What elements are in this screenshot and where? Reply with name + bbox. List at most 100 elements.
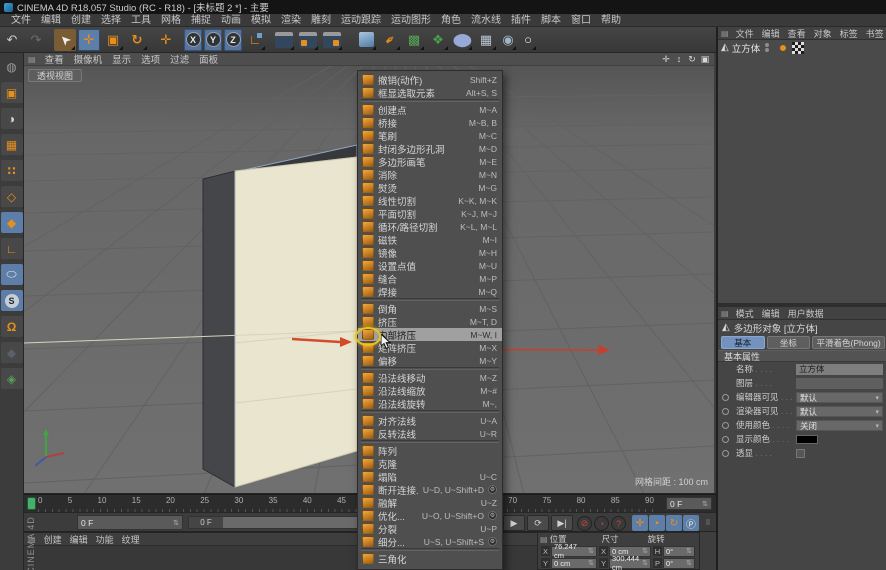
object-name[interactable]: 立方体 xyxy=(732,41,761,55)
tag-icon[interactable] xyxy=(780,45,786,51)
context-menu-item[interactable]: 断开连接... U~D, U~Shift+D ⚙ xyxy=(358,483,502,496)
rotation-h-field[interactable]: 0°⇅ xyxy=(663,546,695,557)
menu-item[interactable]: 渲染 xyxy=(276,14,306,27)
display-color-swatch[interactable] xyxy=(796,435,818,444)
keyframe-circle-icon[interactable] xyxy=(722,408,729,415)
context-menu-item[interactable]: 反转法线 U~R ⚙ xyxy=(358,427,502,440)
material-menu-item[interactable]: 编辑 xyxy=(66,533,92,546)
context-menu-item[interactable]: 细分... U~S, U~Shift+S ⚙ xyxy=(358,535,502,548)
record-position-button[interactable]: ✛ xyxy=(632,515,648,531)
make-editable-button[interactable]: ◍ xyxy=(1,56,23,77)
tab-coordinates[interactable]: 坐标 xyxy=(767,336,811,349)
spinner-icon[interactable]: ⇅ xyxy=(702,500,708,508)
keyframe-circle-icon[interactable] xyxy=(722,422,729,429)
context-menu-item[interactable]: 缝合 M~P ⚙ xyxy=(358,272,502,285)
keyframe-circle-icon[interactable] xyxy=(722,450,729,457)
render-settings-button[interactable] xyxy=(297,29,319,51)
last-tool-button[interactable]: ✛ xyxy=(155,29,177,51)
basic-properties-section[interactable]: 基本属性 xyxy=(718,350,886,362)
menu-item[interactable]: 动画 xyxy=(216,14,246,27)
tab-phong[interactable]: 平滑着色(Phong) xyxy=(812,336,885,349)
menu-item[interactable]: 运动图形 xyxy=(386,14,436,27)
context-menu-item[interactable]: 设置点值 M~U ⚙ xyxy=(358,259,502,272)
object-row[interactable]: ◭ 立方体 xyxy=(718,40,886,55)
context-menu-item[interactable]: 分裂 U~P ⚙ xyxy=(358,522,502,535)
workplane-mode-button[interactable]: ▦ xyxy=(1,134,23,155)
record-pla-button[interactable]: ⠿ xyxy=(700,515,716,531)
viewport-solo-button[interactable]: ⬭ xyxy=(1,264,23,285)
menu-item[interactable]: 脚本 xyxy=(536,14,566,27)
menu-item[interactable]: 创建 xyxy=(66,14,96,27)
rotate-button[interactable]: ↻ xyxy=(126,29,148,51)
context-menu-item[interactable]: 融解 U~Z ⚙ xyxy=(358,496,502,509)
selection-tag-icon[interactable] xyxy=(792,42,804,54)
context-menu-item[interactable]: 磁铁 M~I ⚙ xyxy=(358,233,502,246)
name-field[interactable]: 立方体 xyxy=(796,364,883,375)
context-menu-item[interactable]: 优化... U~O, U~Shift+O ⚙ xyxy=(358,509,502,522)
panel-menu-icon[interactable]: ▤ xyxy=(721,29,729,38)
attribute-menu-item[interactable]: 编辑 xyxy=(758,307,784,320)
context-menu-item[interactable]: 阵列 ⚙ xyxy=(358,444,502,457)
menu-item[interactable]: 文件 xyxy=(6,14,36,27)
menu-item[interactable]: 雕刻 xyxy=(306,14,336,27)
cube-front-face[interactable] xyxy=(235,157,357,487)
loop-button[interactable]: ⟳ xyxy=(527,515,549,531)
camera-button[interactable]: ◉ xyxy=(499,29,517,51)
object-manager-menu-item[interactable]: 标签 xyxy=(836,27,862,40)
cube-left-face[interactable] xyxy=(203,171,235,487)
context-menu-item[interactable]: 框显选取元素 Alt+S, S ⚙ xyxy=(358,86,502,99)
floor-environment-button[interactable]: ▦ xyxy=(475,29,497,51)
move-button[interactable]: ✛ xyxy=(78,29,100,51)
simulation-button[interactable]: ⬤ xyxy=(451,29,473,51)
menu-item[interactable]: 选择 xyxy=(96,14,126,27)
play-button[interactable]: ▶ xyxy=(503,515,525,531)
record-keyframe-button[interactable]: ⊘ xyxy=(577,516,592,531)
position-x-field[interactable]: 76.247 cm⇅ xyxy=(551,546,597,557)
options-gear-icon[interactable]: ⚙ xyxy=(488,537,497,546)
context-menu-item[interactable]: 矩阵挤压 M~X ⚙ xyxy=(358,341,502,354)
keyframe-circle-icon[interactable] xyxy=(722,394,729,401)
context-menu-item[interactable]: 消除 M~N ⚙ xyxy=(358,168,502,181)
workplane-lock-button[interactable]: ◆ xyxy=(1,342,23,363)
autokey-button[interactable]: ◔ xyxy=(594,516,609,531)
workplane-snap-button[interactable]: ◈ xyxy=(1,368,23,389)
menu-item[interactable]: 运动跟踪 xyxy=(336,14,386,27)
context-menu-item[interactable]: 对齐法线 U~A ⚙ xyxy=(358,414,502,427)
menu-item[interactable]: 流水线 xyxy=(466,14,506,27)
attribute-menu-item[interactable]: 模式 xyxy=(732,307,758,320)
snap-magnet-button[interactable]: Ω xyxy=(1,316,23,337)
slider-handle[interactable]: 0 F xyxy=(189,517,223,528)
context-menu-item[interactable]: 多边形画笔 M~E ⚙ xyxy=(358,155,502,168)
context-menu-item[interactable]: 创建点 M~A ⚙ xyxy=(358,103,502,116)
toggle-view-icon[interactable]: ▣ xyxy=(700,54,710,64)
record-rotation-button[interactable]: ↻ xyxy=(666,515,682,531)
object-manager[interactable]: ◭ 立方体 xyxy=(718,40,886,303)
viewport-menu-item[interactable]: 选项 xyxy=(136,53,165,66)
context-menu-item[interactable]: 塌陷 U~C ⚙ xyxy=(358,470,502,483)
menu-item[interactable]: 工具 xyxy=(126,14,156,27)
viewport-menu-item[interactable]: 面板 xyxy=(194,53,223,66)
keyframe-circle-icon[interactable] xyxy=(722,436,729,443)
zoom-view-icon[interactable]: ↕ xyxy=(674,54,684,64)
panel-menu-icon[interactable]: ▤ xyxy=(28,55,36,64)
editor-visibility-dropdown[interactable]: 默认▾ xyxy=(796,392,883,403)
menu-item[interactable]: 窗口 xyxy=(566,14,596,27)
spline-pen-button[interactable]: ✒ xyxy=(379,29,401,51)
context-menu-item[interactable]: 沿法线旋转 M~, ⚙ xyxy=(358,397,502,410)
size-y-field[interactable]: 300.444 cm⇅ xyxy=(609,558,651,569)
record-scale-button[interactable]: ▪ xyxy=(649,515,665,531)
object-manager-menu-item[interactable]: 查看 xyxy=(784,27,810,40)
material-menu-item[interactable]: 纹理 xyxy=(118,533,144,546)
context-menu-item[interactable]: 熨烫 M~G ⚙ xyxy=(358,181,502,194)
axis-lock-button[interactable]: Y xyxy=(204,29,222,51)
context-menu-item[interactable]: 倒角 M~S ⚙ xyxy=(358,302,502,315)
context-menu-item[interactable]: 焊接 M~Q ⚙ xyxy=(358,285,502,298)
context-menu-item[interactable]: 镜像 M~H ⚙ xyxy=(358,246,502,259)
menu-item[interactable]: 模拟 xyxy=(246,14,276,27)
model-mode-button[interactable]: ▣ xyxy=(1,82,23,103)
menu-item[interactable]: 捕捉 xyxy=(186,14,216,27)
axis-lock-button[interactable]: Z xyxy=(224,29,242,51)
mograph-button[interactable]: ❖ xyxy=(427,29,449,51)
timeline-end-field[interactable]: 0 F⇅ xyxy=(666,497,712,510)
rotate-view-icon[interactable]: ↻ xyxy=(687,54,697,64)
